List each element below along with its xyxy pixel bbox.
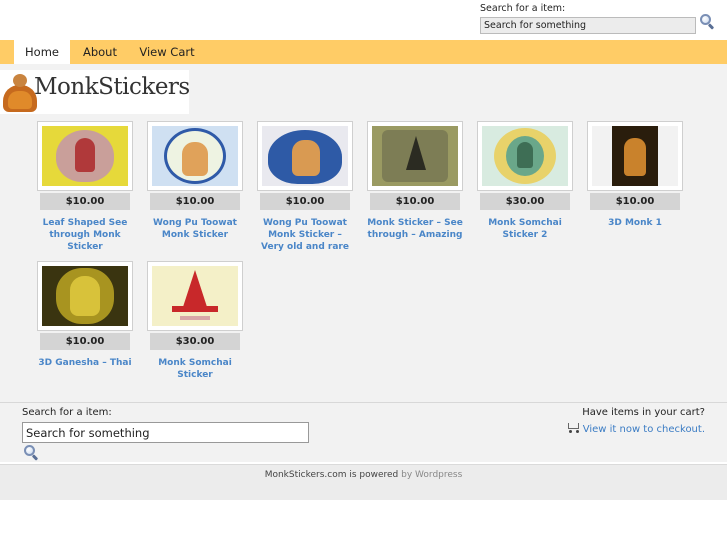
- product-thumbnail[interactable]: [587, 121, 683, 191]
- product-card[interactable]: $30.00 Monk Somchai Sticker 2: [477, 121, 573, 241]
- search-icon[interactable]: [24, 445, 35, 456]
- powered-by-text: MonkStickers.com is powered: [264, 470, 399, 480]
- product-thumbnail[interactable]: [257, 121, 353, 191]
- wordpress-link[interactable]: Wordpress: [415, 470, 462, 480]
- product-thumbnail[interactable]: [37, 121, 133, 191]
- footer-search: Search for a item:: [22, 407, 309, 456]
- product-price: $10.00: [150, 193, 240, 210]
- product-price: $10.00: [40, 193, 130, 210]
- product-thumbnail[interactable]: [367, 121, 463, 191]
- product-card[interactable]: $10.00 Wong Pu Toowat Monk Sticker: [147, 121, 243, 241]
- product-price: $10.00: [260, 193, 350, 210]
- product-name-link[interactable]: Monk Somchai Sticker: [147, 357, 243, 381]
- product-thumbnail[interactable]: [477, 121, 573, 191]
- product-name-link[interactable]: Wong Pu Toowat Monk Sticker – Very old a…: [257, 217, 353, 253]
- product-name-link[interactable]: Monk Sticker – See through – Amazing: [367, 217, 463, 241]
- main-nav: Home About View Cart: [0, 40, 727, 64]
- tab-about[interactable]: About: [76, 40, 124, 64]
- monk-icon: [3, 74, 37, 112]
- product-price: $10.00: [40, 333, 130, 350]
- header-search-label: Search for a item:: [480, 3, 566, 14]
- product-card[interactable]: $30.00 Monk Somchai Sticker: [147, 261, 243, 381]
- product-name-link[interactable]: Monk Somchai Sticker 2: [477, 217, 573, 241]
- site-logo[interactable]: MonkStickers: [0, 70, 190, 114]
- tab-view-cart[interactable]: View Cart: [134, 40, 200, 64]
- search-icon[interactable]: [700, 14, 711, 25]
- footer-search-input[interactable]: [22, 422, 309, 443]
- checkout-link[interactable]: View it now to checkout.: [583, 424, 705, 435]
- footer-search-label: Search for a item:: [22, 407, 112, 418]
- cart-summary: Have items in your cart? View it now to …: [566, 407, 705, 435]
- product-price: $30.00: [480, 193, 570, 210]
- product-card[interactable]: $10.00 Monk Sticker – See through – Amaz…: [367, 121, 463, 241]
- product-name-link[interactable]: Wong Pu Toowat Monk Sticker: [147, 217, 243, 241]
- product-thumbnail[interactable]: [147, 261, 243, 331]
- product-price: $10.00: [370, 193, 460, 210]
- powered-by: MonkStickers.com is powered by Wordpress: [0, 464, 727, 500]
- product-card[interactable]: $10.00 Leaf Shaped See through Monk Stic…: [37, 121, 133, 253]
- header-search-input[interactable]: [480, 17, 696, 34]
- product-thumbnail[interactable]: [147, 121, 243, 191]
- product-thumbnail[interactable]: [37, 261, 133, 331]
- header-search: Search for a item:: [480, 3, 720, 34]
- product-name-link[interactable]: 3D Ganesha – Thai: [37, 357, 133, 369]
- product-name-link[interactable]: 3D Monk 1: [587, 217, 683, 229]
- product-card[interactable]: $10.00 Wong Pu Toowat Monk Sticker – Ver…: [257, 121, 353, 253]
- tab-home[interactable]: Home: [14, 40, 70, 64]
- product-price: $30.00: [150, 333, 240, 350]
- product-card[interactable]: $10.00 3D Monk 1: [587, 121, 683, 229]
- cart-icon: [566, 422, 580, 433]
- cart-question: Have items in your cart?: [582, 407, 705, 418]
- logo-text: MonkStickers: [34, 74, 190, 100]
- product-card[interactable]: $10.00 3D Ganesha – Thai: [37, 261, 133, 369]
- product-price: $10.00: [590, 193, 680, 210]
- product-name-link[interactable]: Leaf Shaped See through Monk Sticker: [37, 217, 133, 253]
- powered-by-word: by: [401, 470, 413, 480]
